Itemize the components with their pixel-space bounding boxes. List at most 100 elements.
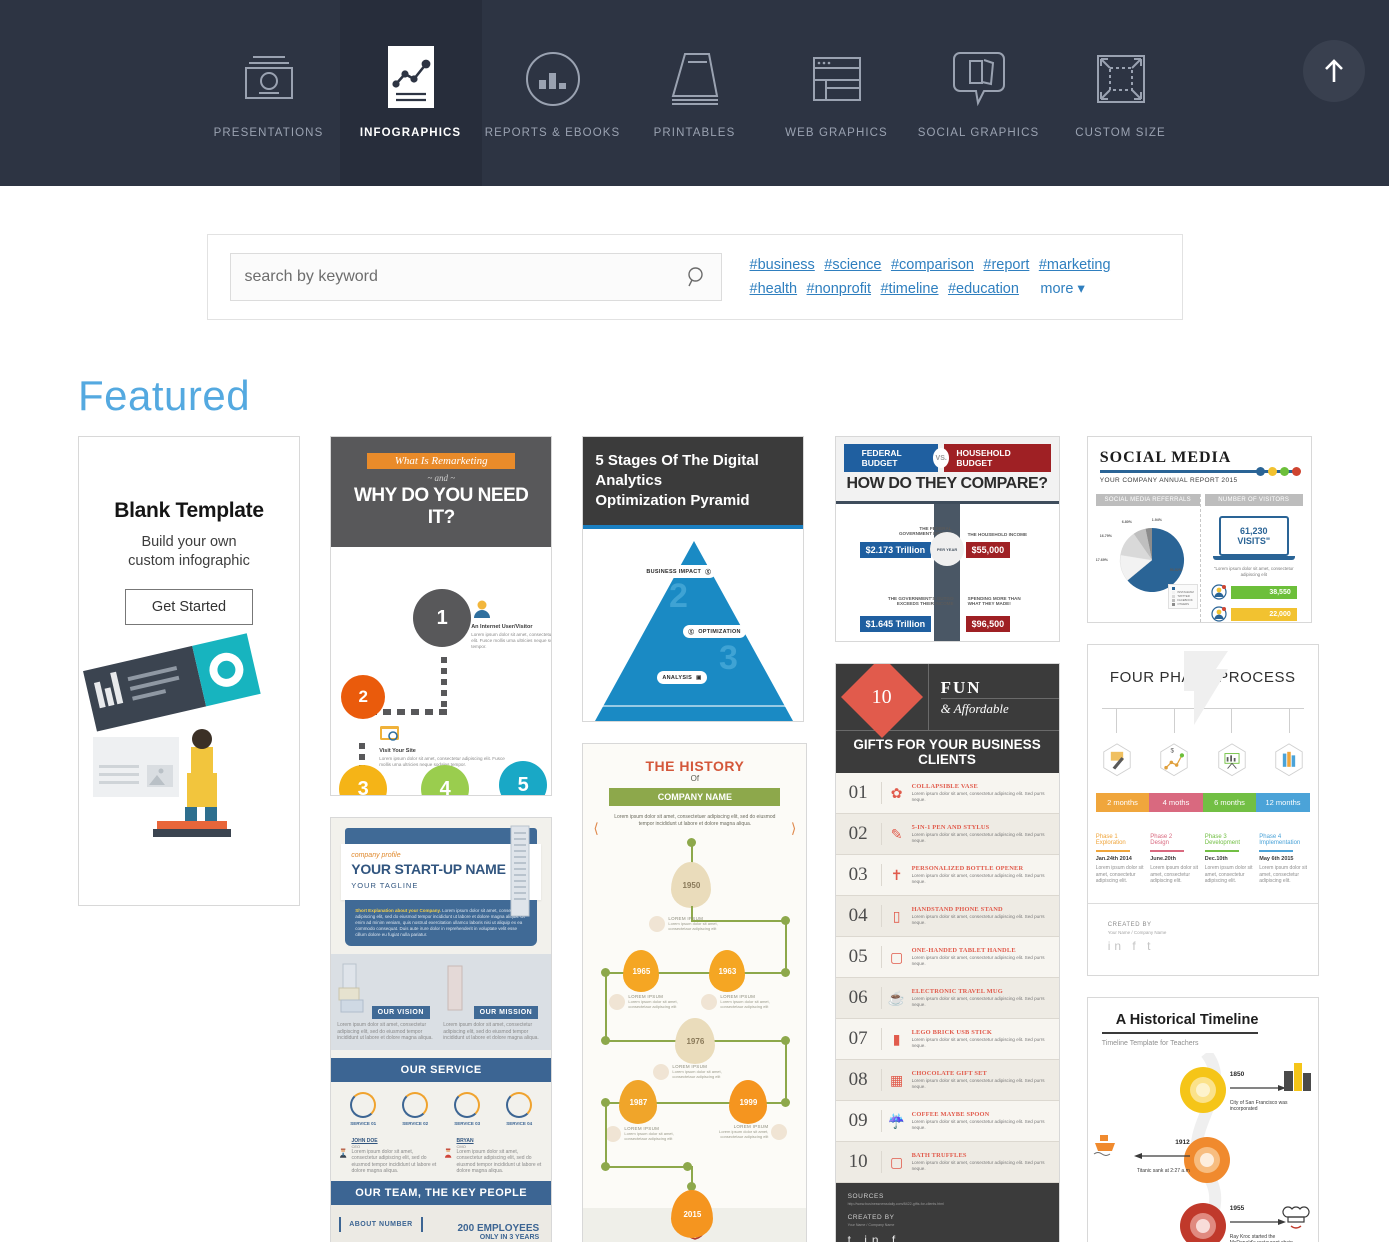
phase-text: Lorem ipsum dolor sit amet, consectetur … (1095, 865, 1144, 884)
duration-bar-1: 2 months (1095, 793, 1150, 812)
employees-stat: 200 EMPLOYEES ONLY IN 3 YEARS (457, 1223, 539, 1241)
template-card-budget[interactable]: FEDERAL BUDGET VS. HOUSEHOLD BUDGET HOW … (834, 436, 1060, 642)
more-label: more (1040, 281, 1074, 297)
dot-yellow (1267, 467, 1277, 476)
social-media-columns: SOCIAL MEDIA REFERRALS 56.82% 17.69% 16.… (1088, 494, 1311, 622)
pie-label-2: 17.69% (1095, 558, 1108, 562)
timeline-title: A Historical Timeline (1101, 998, 1259, 1034)
service-item: SERVICE 04 (506, 1091, 533, 1126)
visits-laptop: 61,230 VISITS" (1218, 516, 1289, 556)
template-card-historical-timeline[interactable]: A Historical Timeline Timeline Template … (1086, 996, 1319, 1242)
social-links[interactable]: t in f (848, 1233, 1047, 1242)
item-text: Lorem ipsum dolor sit amet, consectetaur… (668, 921, 718, 931)
building-icon (447, 965, 463, 1011)
visits-note: "Lorem ipsum dolor sit amet, consectetur… (1213, 566, 1294, 577)
template-card-four-phase[interactable]: FOUR PHASE PROCESS $ 2 months 4 moths 6 … (1086, 644, 1319, 976)
businessman-icon (605, 1126, 622, 1142)
gift-number: 03 (836, 864, 882, 886)
social-links[interactable]: in f t (1108, 939, 1298, 953)
next-arrow-icon[interactable]: ⟩ (791, 820, 796, 837)
building-icon (1283, 1062, 1311, 1091)
page-title: Featured (78, 372, 251, 419)
user-badge-icon (1211, 584, 1227, 600)
tag-nonprofit[interactable]: #nonprofit (807, 281, 872, 297)
legend-item: OTHERS (1172, 602, 1193, 606)
search-box[interactable] (229, 253, 722, 301)
tag-comparison[interactable]: #comparison (891, 257, 974, 273)
avatar-icon (445, 1148, 452, 1158)
bar-chart-icon (402, 1091, 429, 1118)
employees-sub: ONLY IN 3 YEARS (479, 1233, 540, 1241)
basket-icon (350, 1091, 377, 1118)
dot-red (1291, 467, 1301, 476)
template-card-gifts[interactable]: 10 FUN & Affordable GIFTS FOR YOUR BUSIN… (834, 663, 1060, 1242)
mission-column: OUR MISSION Lorem ipsum dolor sit amet, … (443, 962, 545, 1042)
chef-hat-icon (1282, 1205, 1310, 1229)
more-tags-button[interactable]: more ▾ (1040, 281, 1084, 297)
number-badge: 10 (836, 664, 928, 739)
title-underline (1099, 467, 1301, 476)
template-card-social-media[interactable]: SOCIAL MEDIA YOUR COMPANY ANNUAL REPORT … (1086, 436, 1312, 623)
gift-number: 10 (836, 1151, 882, 1173)
history-company-name: COMPANY NAME (609, 788, 781, 806)
nav-item-presentations[interactable]: PRESENTATIONS (198, 0, 340, 186)
tag-timeline[interactable]: #timeline (880, 281, 938, 297)
tag-business[interactable]: #business (750, 257, 815, 273)
template-card-startup[interactable]: company profile YOUR START-UP NAME YOUR … (330, 817, 553, 1242)
event-text: City of San Francisco was incorporated (1229, 1099, 1288, 1113)
template-card-remarketing[interactable]: What Is Remarketing ~ and ~ WHY DO YOU N… (330, 436, 553, 796)
timeline-item: LOREM IPSUM Lorem ipsum dolor sit amet, c… (609, 994, 701, 1010)
item-text: Lorem ipsum dolor sit amet, consectetaur… (672, 1069, 722, 1079)
pie-label-1: 56.82% (1169, 568, 1182, 572)
timeline-line (691, 842, 693, 864)
nav-item-list: PRESENTATIONS INFOGRAPHICS REPORTS & EBO… (198, 0, 1192, 186)
nav-item-custom-size[interactable]: CUSTOM SIZE (1050, 0, 1192, 186)
nav-item-reports-ebooks[interactable]: REPORTS & EBOOKS (482, 0, 624, 186)
tag-report[interactable]: #report (983, 257, 1029, 273)
event-text: Titanic sank at 2:27 a.m (1136, 1167, 1190, 1174)
tag-health[interactable]: #health (750, 281, 798, 297)
dot-blue (1255, 467, 1265, 476)
legend-label: OTHERS (1177, 602, 1189, 606)
and-word: and (434, 473, 448, 483)
usb-icon: ▮ (892, 1030, 901, 1047)
tag-education[interactable]: #education (948, 281, 1019, 297)
person-icon (653, 1064, 670, 1080)
service-list: SERVICE 01 SERVICE 02 SERVICE 03 SERVICE… (331, 1081, 552, 1132)
team-member: BRYAN CMO Lorem ipsum dolor sit amet, co… (444, 1138, 543, 1175)
scroll-to-top-button[interactable] (1303, 40, 1365, 102)
search-input[interactable] (244, 268, 687, 286)
tag-marketing[interactable]: #marketing (1039, 257, 1111, 273)
presentation-icon (237, 44, 301, 114)
nav-item-web-graphics[interactable]: WEB GRAPHICS (766, 0, 908, 186)
gifts-subtitle: GIFTS FOR YOUR BUSINESS CLIENTS (835, 730, 1059, 773)
referrals-header: SOCIAL MEDIA REFERRALS (1095, 494, 1200, 506)
gift-desc: Lorem ipsum dolor sit amet, consectetur … (911, 1078, 1045, 1089)
phase-name-2: Development (1204, 840, 1241, 846)
printable-page-icon (663, 44, 727, 114)
gift-title: PERSONALIZED BOTTLE OPENER (911, 865, 1024, 872)
gift-row: 03 ✝ PERSONALIZED BOTTLE OPENER Lorem ipsum… (835, 855, 1059, 896)
ship-icon (1093, 1134, 1115, 1156)
right-value-1: $55,000 (965, 542, 1011, 558)
gift-title: COFFEE MAYBE SPOON (911, 1111, 990, 1118)
get-started-button[interactable]: Get Started (124, 589, 254, 625)
prev-arrow-icon[interactable]: ⟨ (593, 820, 598, 837)
search-icon[interactable] (687, 266, 707, 288)
four-phase-footer: CREATED BY Your Name / Company Name in f… (1087, 902, 1318, 975)
chevron-down-icon: ▾ (1077, 281, 1085, 297)
remarketing-steps: 1 An Internet User/Visitor Lorem ipsum d… (331, 547, 551, 795)
truck-icon (454, 1091, 481, 1118)
gift-row: 05 ▢ ONE-HANDED TABLET HANDLE Lorem ipsum d… (835, 937, 1059, 978)
remarketing-header: What Is Remarketing ~ and ~ WHY DO YOU N… (331, 437, 552, 547)
nav-item-infographics[interactable]: INFOGRAPHICS (339, 0, 482, 186)
template-card-pyramid[interactable]: 5 Stages Of The Digital Analytics Optimi… (582, 436, 805, 722)
search-panel: #business #science #comparison #report #… (206, 234, 1183, 320)
tag-science[interactable]: #science (824, 257, 881, 273)
template-card-history[interactable]: THE HISTORY Of COMPANY NAME ⟨ ⟩ Lorem ip… (582, 743, 808, 1242)
history-intro: Lorem ipsum dolor sit amet, consectetuer… (614, 814, 776, 827)
nav-item-printables[interactable]: PRINTABLES (624, 0, 766, 186)
dashed-connector (441, 657, 448, 715)
nav-item-social-graphics[interactable]: SOCIAL GRAPHICS (908, 0, 1050, 186)
template-card-blank[interactable]: Blank Template Build your own custom inf… (78, 436, 300, 906)
